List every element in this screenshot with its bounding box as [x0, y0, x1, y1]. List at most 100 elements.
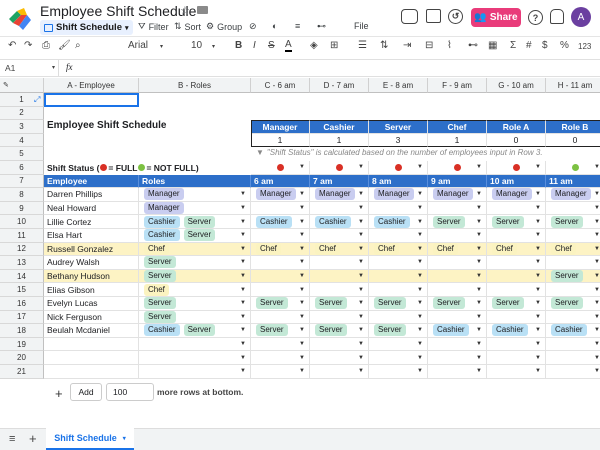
column-header[interactable]: D - 7 am	[310, 78, 369, 93]
chevron-down-icon[interactable]: ▼	[476, 273, 482, 279]
chevron-down-icon[interactable]: ▼	[299, 259, 305, 265]
all-sheets-icon[interactable]: ≡	[9, 433, 15, 445]
employee-name[interactable]: Russell Gonzalez	[44, 242, 139, 257]
chevron-down-icon[interactable]: ▼	[535, 273, 541, 279]
row-header[interactable]: 18	[0, 324, 44, 338]
employee-name[interactable]: Elias Gibson	[44, 283, 139, 297]
employee-roles[interactable]: Cashier Server ▼	[139, 324, 251, 338]
status-cell[interactable]: ▼	[428, 161, 487, 175]
borders-icon[interactable]: ⊞	[330, 40, 338, 51]
chevron-down-icon[interactable]: ▼	[358, 232, 364, 238]
shift-cell[interactable]: ▼	[487, 201, 546, 216]
shift-cell[interactable]: ▼	[251, 351, 310, 365]
column-header[interactable]: F - 9 am	[428, 78, 487, 93]
filter-button[interactable]: ⛛ Filter	[138, 21, 169, 32]
chevron-down-icon[interactable]: ▼	[299, 341, 305, 347]
text-rotate-icon[interactable]: ⌇	[447, 40, 452, 51]
table-icon[interactable]: ▦	[488, 40, 497, 51]
chevron-down-icon[interactable]: ▼	[358, 164, 364, 170]
sum-icon[interactable]: Σ	[510, 40, 516, 51]
employee-roles[interactable]: ▼	[139, 337, 251, 352]
chevron-down-icon[interactable]: ▼	[476, 287, 482, 293]
chevron-down-icon[interactable]: ▼	[358, 314, 364, 320]
shift-cell[interactable]: ▼	[310, 283, 369, 297]
employee-name[interactable]	[44, 337, 139, 352]
employee-name[interactable]: Bethany Hudson	[44, 269, 139, 284]
chevron-down-icon[interactable]: ▼	[535, 259, 541, 265]
sheet-tab-shift-schedule[interactable]: Shift Schedule ▾	[46, 428, 134, 450]
chevron-down-icon[interactable]: ▼	[299, 246, 305, 252]
chevron-down-icon[interactable]: ▼	[417, 219, 423, 225]
chevron-down-icon[interactable]: ▼	[240, 232, 246, 238]
status-cell[interactable]: ▼	[546, 161, 600, 175]
chevron-down-icon[interactable]: ▼	[535, 314, 541, 320]
chevron-down-icon[interactable]: ▼	[240, 205, 246, 211]
shift-cell[interactable]: Server ▼	[546, 215, 600, 229]
chevron-down-icon[interactable]: ▼	[240, 355, 246, 361]
share-button[interactable]: 👥 Share	[471, 8, 521, 27]
employee-name[interactable]: Neal Howard	[44, 201, 139, 216]
shift-cell[interactable]: ▼	[310, 337, 369, 352]
shift-cell[interactable]: ▼	[546, 229, 600, 243]
chevron-down-icon[interactable]: ▼	[358, 205, 364, 211]
employee-roles[interactable]: Chef ▼	[139, 242, 251, 257]
row-header[interactable]: 5	[0, 147, 44, 161]
add-sheet-icon[interactable]: +	[29, 431, 37, 446]
employee-name[interactable]: Nick Ferguson	[44, 310, 139, 325]
chevron-down-icon[interactable]: ▼	[594, 273, 600, 279]
chevron-down-icon[interactable]: ▼	[240, 273, 246, 279]
shift-cell[interactable]: ▼	[428, 337, 487, 352]
shift-cell[interactable]: ▼	[487, 310, 546, 325]
chevron-down-icon[interactable]: ▼	[358, 327, 364, 333]
shift-cell[interactable]: Server ▼	[487, 215, 546, 229]
column-header[interactable]: B - Roles	[139, 78, 251, 93]
chevron-down-icon[interactable]: ▼	[594, 355, 600, 361]
chevron-down-icon[interactable]: ▼	[417, 355, 423, 361]
shift-cell[interactable]: ▼	[487, 365, 546, 379]
chevron-down-icon[interactable]: ▼	[358, 287, 364, 293]
shift-cell[interactable]: ▼	[310, 365, 369, 379]
shift-cell[interactable]: Cashier ▼	[546, 324, 600, 338]
shift-cell[interactable]: Cashier ▼	[310, 215, 369, 229]
chevron-down-icon[interactable]: ▼	[417, 341, 423, 347]
print-icon[interactable]: ⎙	[42, 40, 50, 51]
employee-roles[interactable]: Cashier Server ▼	[139, 215, 251, 229]
shift-cell[interactable]: ▼	[369, 256, 428, 270]
shift-cell[interactable]: Cashier ▼	[428, 324, 487, 338]
chevron-down-icon[interactable]: ▼	[240, 368, 246, 374]
shift-cell[interactable]: Server ▼	[546, 269, 600, 284]
column-header[interactable]: H - 11 am	[546, 78, 600, 93]
column-header[interactable]: C - 6 am	[251, 78, 310, 93]
employee-roles[interactable]: Manager ▼	[139, 188, 251, 202]
font-size-chevron-icon[interactable]: ▾	[212, 43, 215, 50]
shift-cell[interactable]: ▼	[487, 351, 546, 365]
shift-cell[interactable]: ▼	[369, 201, 428, 216]
chevron-down-icon[interactable]: ▼	[535, 368, 541, 374]
add-rows-plus-icon[interactable]: +	[55, 386, 63, 401]
shift-cell[interactable]: ▼	[369, 283, 428, 297]
shift-cell[interactable]: ▼	[428, 351, 487, 365]
chevron-down-icon[interactable]: ▼	[417, 246, 423, 252]
column-header[interactable]: G - 10 am	[487, 78, 546, 93]
chevron-down-icon[interactable]: ▼	[594, 287, 600, 293]
chevron-down-icon[interactable]: ▼	[299, 164, 305, 170]
chevron-down-icon[interactable]: ▼	[240, 327, 246, 333]
employee-roles[interactable]: Chef ▼	[139, 283, 251, 297]
text-color-icon[interactable]: A	[285, 40, 292, 52]
bot-icon[interactable]	[401, 9, 418, 24]
align-left-icon[interactable]: ☰	[358, 40, 367, 51]
shift-cell[interactable]: Manager ▼	[310, 188, 369, 202]
chevron-down-icon[interactable]: ▼	[594, 259, 600, 265]
chevron-down-icon[interactable]: ▼	[299, 355, 305, 361]
chevron-down-icon[interactable]: ▼	[476, 246, 482, 252]
shift-cell[interactable]: Server ▼	[310, 324, 369, 338]
row-header[interactable]: 17	[0, 310, 44, 325]
shift-cell[interactable]: Manager ▼	[251, 188, 310, 202]
shift-cell[interactable]: ▼	[251, 310, 310, 325]
summary-value[interactable]: 1	[251, 133, 310, 148]
chevron-down-icon[interactable]: ▼	[299, 368, 305, 374]
chevron-down-icon[interactable]: ▼	[535, 246, 541, 252]
shift-cell[interactable]: Cashier ▼	[369, 215, 428, 229]
row-header[interactable]: 13	[0, 256, 44, 270]
shift-cell[interactable]: ▼	[369, 229, 428, 243]
